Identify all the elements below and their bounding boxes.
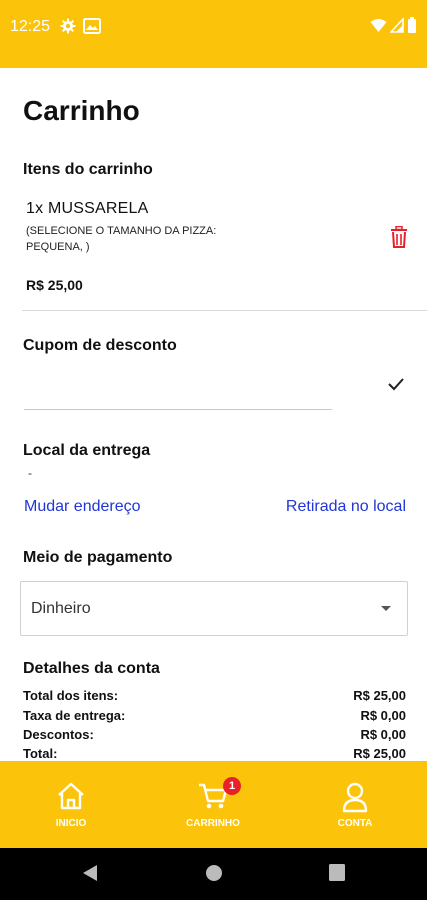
cart-item-price: R$ 25,00 xyxy=(26,277,83,293)
summary-value: R$ 25,00 xyxy=(353,688,406,703)
back-icon[interactable] xyxy=(82,864,98,882)
delivery-address: - xyxy=(28,466,32,480)
status-time: 12:25 xyxy=(10,18,51,35)
wifi-icon xyxy=(370,18,387,32)
payment-heading: Meio de pagamento xyxy=(23,549,173,566)
nav-item-inicio[interactable]: INICIO xyxy=(0,761,142,848)
summary-row: Total dos itens: R$ 25,00 xyxy=(23,688,406,706)
divider xyxy=(22,310,427,311)
dropdown-arrow-icon xyxy=(381,606,391,611)
status-bar: 12:25 xyxy=(0,0,427,68)
summary-value: R$ 0,00 xyxy=(360,727,406,742)
summary-row: Taxa de entrega: R$ 0,00 xyxy=(23,708,406,726)
summary-label: Total dos itens: xyxy=(23,688,119,703)
nav-label: INICIO xyxy=(55,818,87,829)
settings-icon xyxy=(60,18,76,34)
system-nav-bar xyxy=(0,848,427,900)
change-address-link[interactable]: Mudar endereço xyxy=(24,498,141,516)
battery-icon xyxy=(408,17,416,33)
summary-label: Taxa de entrega: xyxy=(23,708,126,723)
coupon-heading: Cupom de desconto xyxy=(23,337,177,354)
cart-count-badge: 1 xyxy=(223,777,241,795)
nav-label: CONTA xyxy=(337,818,373,829)
summary-value: R$ 25,00 xyxy=(353,746,406,761)
nav-item-carrinho[interactable]: 1 CARRINHO xyxy=(142,761,284,848)
pickup-link[interactable]: Retirada no local xyxy=(286,498,406,516)
signal-icon xyxy=(390,17,404,33)
cart-item-name: 1x MUSSARELA xyxy=(26,200,149,217)
image-notification-icon xyxy=(83,18,101,34)
user-icon xyxy=(342,782,368,813)
home-circle-icon[interactable] xyxy=(205,864,223,882)
coupon-input[interactable] xyxy=(24,370,332,410)
status-icons xyxy=(370,17,417,33)
delivery-heading: Local da entrega xyxy=(23,442,151,459)
cart-item-note: (SELECIONE O TAMANHO DA PIZZA: PEQUENA, … xyxy=(26,225,217,253)
nav-label: CARRINHO xyxy=(186,818,240,829)
summary-row: Descontos: R$ 0,00 xyxy=(23,727,406,745)
recents-icon[interactable] xyxy=(329,864,345,881)
cart-items-heading: Itens do carrinho xyxy=(23,161,153,178)
apply-coupon-check-icon[interactable] xyxy=(386,374,406,394)
summary-heading: Detalhes da conta xyxy=(23,660,160,677)
delete-icon[interactable] xyxy=(389,226,409,248)
summary-label: Descontos: xyxy=(23,727,94,742)
payment-method-value: Dinheiro xyxy=(31,600,91,617)
summary-label: Total: xyxy=(23,746,58,761)
bottom-nav: INICIO 1 CARRINHO CONTA xyxy=(0,761,427,848)
home-icon xyxy=(58,782,84,810)
page-title: Carrinho xyxy=(23,95,140,126)
payment-method-select[interactable]: Dinheiro xyxy=(20,581,408,636)
nav-item-conta[interactable]: CONTA xyxy=(284,761,426,848)
summary-value: R$ 0,00 xyxy=(360,708,406,723)
